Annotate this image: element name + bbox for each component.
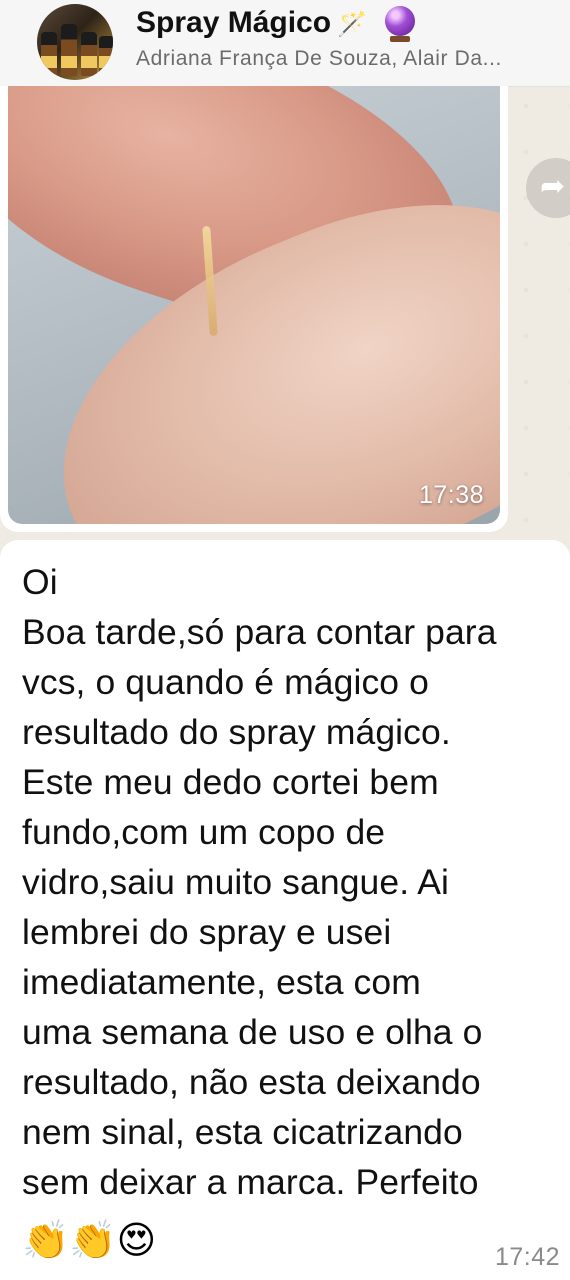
group-name: Spray Mágico xyxy=(136,6,332,39)
message-line: Este meu dedo cortei bem xyxy=(22,762,439,802)
text-message-time: 17:42 xyxy=(494,1243,560,1271)
forward-icon: ➦ xyxy=(540,170,566,203)
message-photo[interactable]: 17:38 xyxy=(8,86,500,524)
message-line: Oi xyxy=(22,562,58,602)
crystal-ball-icon xyxy=(384,6,415,42)
message-line: Boa tarde,só para contar para xyxy=(22,612,497,652)
group-members[interactable]: Adriana França De Souza, Alair Da... xyxy=(136,47,566,71)
clapping-heart-eyes-emojis: 👏👏😍 xyxy=(22,1220,157,1262)
text-message[interactable]: Oi Boa tarde,só para contar para vcs, o … xyxy=(0,540,570,1280)
group-avatar[interactable] xyxy=(37,4,113,80)
image-message-time: 17:38 xyxy=(418,481,484,509)
message-line: fundo,com um copo de xyxy=(22,812,386,852)
message-line: nem sinal, esta cicatrizando xyxy=(22,1112,463,1152)
message-line: vcs, o quando é mágico o xyxy=(22,662,429,702)
magic-wand-icon: 🪄 xyxy=(337,11,367,38)
message-line: lembrei do spray e usei xyxy=(22,912,392,952)
message-line: sem deixar a marca. Perfeito xyxy=(22,1162,479,1202)
message-line: imediatamente, esta com xyxy=(22,962,421,1002)
group-title[interactable]: Spray Mágico 🪄 xyxy=(136,6,415,42)
message-line: resultado do spray mágico. xyxy=(22,712,451,752)
message-line: resultado, não esta deixando xyxy=(22,1062,481,1102)
message-line: vidro,saiu muito sangue. Ai xyxy=(22,862,449,902)
message-line: uma semana de uso e olha o xyxy=(22,1012,483,1052)
chat-header[interactable]: Spray Mágico 🪄 Adriana França De Souza, A… xyxy=(0,0,570,87)
image-message[interactable]: 17:38 xyxy=(0,86,508,532)
